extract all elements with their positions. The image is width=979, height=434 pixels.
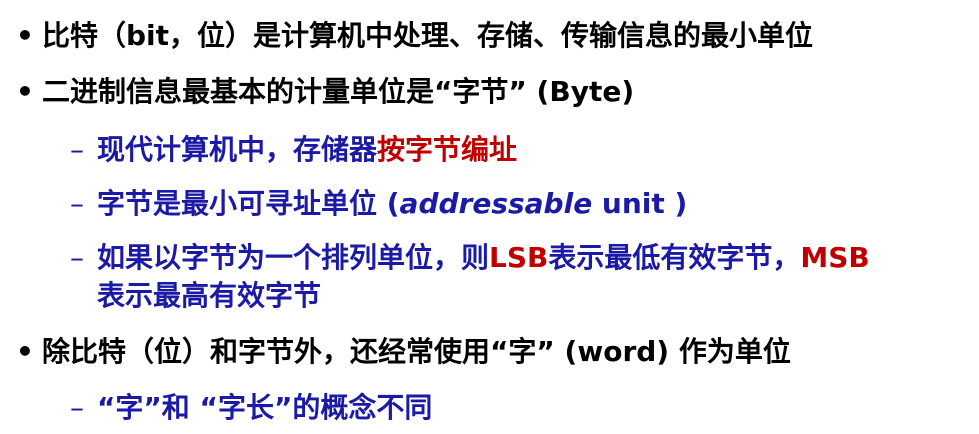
item-text: unit ) [592, 187, 688, 220]
bullet-item: 比特（bit，位）是计算机中处理、存储、传输信息的最小单位 [42, 18, 813, 54]
item-text: 现代计算机中，存储器 [97, 133, 378, 166]
dash-icon: – [70, 187, 84, 220]
sub-item: “字”和 “字长”的概念不同 [97, 390, 432, 426]
item-text: 除比特（位）和字节外，还经常使用“字” (word) 作为单位 [42, 335, 791, 368]
dash-icon: – [70, 133, 84, 166]
dash-icon: – [70, 241, 84, 274]
bullet-icon: • [16, 335, 34, 368]
bullet-item: 除比特（位）和字节外，还经常使用“字” (word) 作为单位 [42, 334, 791, 370]
item-text: 表示最高有效字节 [97, 279, 322, 312]
bullet-icon: • [16, 19, 34, 52]
item-text: 二进制信息最基本的计量单位是“字节” (Byte) [42, 75, 635, 108]
highlight-text: MSB [800, 241, 870, 274]
item-text: 如果以字节为一个排列单位，则 [97, 241, 490, 274]
item-text: 比特（bit，位）是计算机中处理、存储、传输信息的最小单位 [42, 19, 814, 52]
italic-text: addressable [399, 187, 593, 220]
sub-item-continuation: 表示最高有效字节 [97, 278, 321, 314]
highlight-text: 按字节编址 [377, 133, 518, 166]
sub-item: 如果以字节为一个排列单位，则LSB表示最低有效字节，MSB [97, 240, 870, 276]
item-text: 表示最低有效字节， [548, 241, 801, 274]
dash-icon: – [70, 391, 84, 424]
sub-item: 现代计算机中，存储器按字节编址 [97, 132, 517, 168]
bullet-item: 二进制信息最基本的计量单位是“字节” (Byte) [42, 74, 634, 110]
sub-item: 字节是最小可寻址单位 (addressable unit ) [97, 186, 687, 222]
highlight-text: LSB [489, 241, 549, 274]
item-text: 字节是最小可寻址单位 ( [97, 187, 400, 220]
item-text: “字”和 “字长”的概念不同 [97, 391, 433, 424]
bullet-icon: • [16, 75, 34, 108]
